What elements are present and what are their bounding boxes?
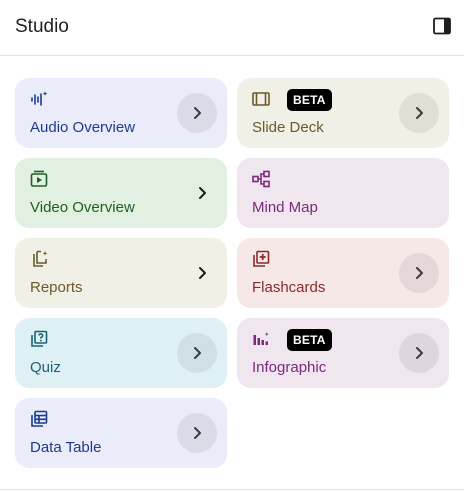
bottom-divider bbox=[0, 489, 464, 490]
report-sparkle-icon bbox=[30, 250, 48, 268]
beta-badge: BETA bbox=[287, 89, 332, 111]
beta-badge: BETA bbox=[287, 329, 332, 351]
chevron-right-icon bbox=[199, 267, 206, 279]
tile-audio-overview[interactable]: Audio Overview bbox=[15, 78, 227, 148]
video-play-icon bbox=[30, 170, 48, 188]
open-reports-button[interactable] bbox=[192, 263, 212, 283]
tile-label: Infographic bbox=[252, 359, 327, 376]
slides-icon bbox=[252, 90, 270, 108]
tile-label: Mind Map bbox=[252, 199, 318, 216]
page-title: Studio bbox=[15, 16, 69, 37]
panel-toggle-button[interactable] bbox=[432, 16, 452, 36]
tile-label: Quiz bbox=[30, 359, 61, 376]
chevron-right-icon bbox=[194, 427, 201, 439]
quiz-icon bbox=[30, 330, 48, 348]
chevron-right-icon bbox=[416, 267, 423, 279]
mind-map-icon bbox=[252, 170, 270, 188]
tile-quiz[interactable]: Quiz bbox=[15, 318, 227, 388]
dock-panel-icon bbox=[433, 17, 451, 35]
open-video-overview-button[interactable] bbox=[192, 183, 212, 203]
open-slide-deck-button[interactable] bbox=[399, 93, 439, 133]
infographic-bars-icon bbox=[252, 330, 270, 348]
tile-flashcards[interactable]: Flashcards bbox=[237, 238, 449, 308]
open-audio-overview-button[interactable] bbox=[177, 93, 217, 133]
tile-reports[interactable]: Reports bbox=[15, 238, 227, 308]
tile-slide-deck[interactable]: BETA Slide Deck bbox=[237, 78, 449, 148]
tile-label: Video Overview bbox=[30, 199, 135, 216]
tile-infographic[interactable]: BETA Infographic bbox=[237, 318, 449, 388]
audio-wave-sparkle-icon bbox=[30, 90, 48, 108]
chevron-right-icon bbox=[199, 187, 206, 199]
open-quiz-button[interactable] bbox=[177, 333, 217, 373]
tile-video-overview[interactable]: Video Overview bbox=[15, 158, 227, 228]
studio-header: Studio bbox=[0, 0, 464, 56]
tile-label: Audio Overview bbox=[30, 119, 136, 136]
chevron-right-icon bbox=[194, 347, 201, 359]
chevron-right-icon bbox=[416, 107, 423, 119]
chevron-right-icon bbox=[194, 107, 201, 119]
open-infographic-button[interactable] bbox=[399, 333, 439, 373]
tile-label: Data Table bbox=[30, 439, 102, 456]
open-flashcards-button[interactable] bbox=[399, 253, 439, 293]
tile-label: Slide Deck bbox=[252, 119, 324, 136]
flashcards-icon bbox=[252, 250, 270, 268]
tile-data-table[interactable]: Data Table bbox=[15, 398, 227, 468]
table-icon bbox=[30, 410, 48, 428]
studio-tiles-grid: Audio Overview BETA Slide Deck Video Ove… bbox=[15, 78, 449, 468]
open-data-table-button[interactable] bbox=[177, 413, 217, 453]
tile-label: Reports bbox=[30, 279, 83, 296]
tile-label: Flashcards bbox=[252, 279, 326, 296]
tile-mind-map[interactable]: Mind Map bbox=[237, 158, 449, 228]
chevron-right-icon bbox=[416, 347, 423, 359]
